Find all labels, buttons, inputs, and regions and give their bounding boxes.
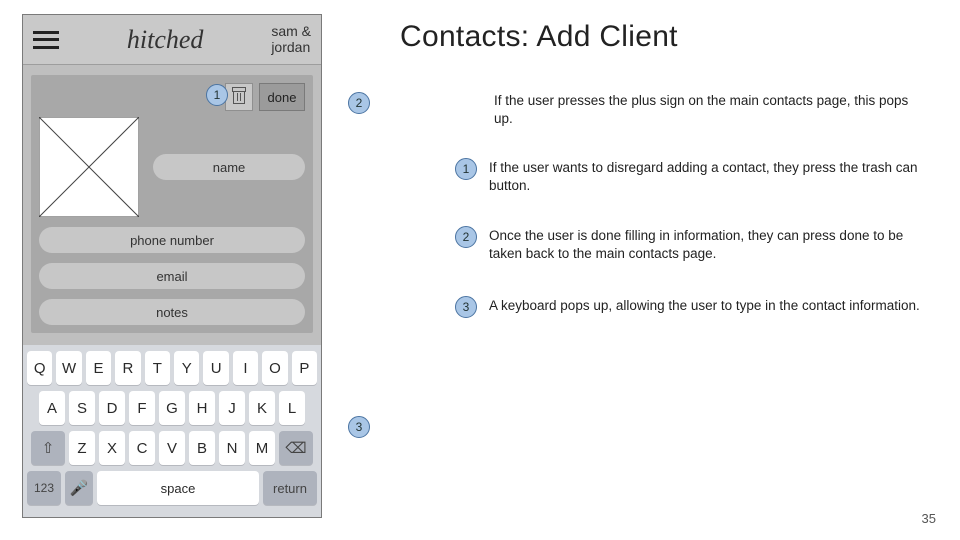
phone-number-field[interactable]: phone number [39, 227, 305, 253]
key-c[interactable]: C [129, 431, 155, 465]
placeholder-x-icon [39, 117, 139, 217]
hamburger-icon[interactable] [33, 31, 59, 49]
key-x[interactable]: X [99, 431, 125, 465]
notes-field[interactable]: notes [39, 299, 305, 325]
callout-bubble-2: 2 [348, 92, 370, 114]
user-line1: sam & [271, 24, 311, 39]
keyboard-row-1: Q W E R T Y U I O P [27, 351, 317, 385]
key-h[interactable]: H [189, 391, 215, 425]
key-j[interactable]: J [219, 391, 245, 425]
key-l[interactable]: L [279, 391, 305, 425]
key-m[interactable]: M [249, 431, 275, 465]
keyboard-row-4: 123 🎤 space return [27, 471, 317, 505]
key-y[interactable]: Y [174, 351, 199, 385]
key-s[interactable]: S [69, 391, 95, 425]
key-g[interactable]: G [159, 391, 185, 425]
keyboard-row-3: ⇧ Z X C V B N M ⌫ [27, 431, 317, 465]
keyboard-row-2: A S D F G H J K L [27, 391, 317, 425]
annotation-3: 3 A keyboard pops up, allowing the user … [455, 296, 925, 318]
key-u[interactable]: U [203, 351, 228, 385]
user-line2: jordan [271, 40, 311, 55]
slide: hitched sam & jordan done [0, 0, 960, 540]
page-number: 35 [922, 511, 936, 526]
phone-body: done name phone number email [23, 65, 321, 347]
onscreen-keyboard[interactable]: Q W E R T Y U I O P A S D F G H J K L [23, 345, 321, 517]
callout-bubble-3: 3 [348, 416, 370, 438]
key-p[interactable]: P [292, 351, 317, 385]
annotation-1-text: If the user wants to disregard adding a … [489, 158, 925, 195]
key-z[interactable]: Z [69, 431, 95, 465]
phone-header: hitched sam & jordan [23, 15, 321, 65]
mic-icon: 🎤 [70, 479, 89, 497]
phone-mockup: hitched sam & jordan done [22, 14, 322, 518]
key-backspace[interactable]: ⌫ [279, 431, 313, 465]
callout-bubble-1-inline: 1 [206, 84, 228, 106]
key-mic[interactable]: 🎤 [65, 471, 93, 505]
add-client-card: done name phone number email [31, 75, 313, 333]
annotation-2: 2 Once the user is done filling in infor… [455, 226, 925, 263]
user-name: sam & jordan [271, 24, 311, 55]
key-r[interactable]: R [115, 351, 140, 385]
trash-icon [233, 90, 245, 104]
email-field[interactable]: email [39, 263, 305, 289]
key-a[interactable]: A [39, 391, 65, 425]
key-t[interactable]: T [145, 351, 170, 385]
key-mode-123[interactable]: 123 [27, 471, 61, 505]
key-shift[interactable]: ⇧ [31, 431, 65, 465]
annotation-1: 1 If the user wants to disregard adding … [455, 158, 925, 195]
page-title: Contacts: Add Client [400, 20, 678, 54]
page-subtitle: If the user presses the plus sign on the… [494, 92, 918, 127]
key-d[interactable]: D [99, 391, 125, 425]
key-o[interactable]: O [262, 351, 287, 385]
key-w[interactable]: W [56, 351, 81, 385]
annotation-2-number: 2 [455, 226, 477, 248]
name-field[interactable]: name [153, 154, 305, 180]
key-q[interactable]: Q [27, 351, 52, 385]
action-row: done [39, 83, 305, 111]
annotation-1-number: 1 [455, 158, 477, 180]
app-name: hitched [59, 25, 271, 55]
key-v[interactable]: V [159, 431, 185, 465]
discard-button[interactable] [225, 83, 253, 111]
key-i[interactable]: I [233, 351, 258, 385]
key-e[interactable]: E [86, 351, 111, 385]
photo-placeholder[interactable] [39, 117, 139, 217]
key-f[interactable]: F [129, 391, 155, 425]
annotation-3-number: 3 [455, 296, 477, 318]
done-button[interactable]: done [259, 83, 305, 111]
key-space[interactable]: space [97, 471, 259, 505]
key-k[interactable]: K [249, 391, 275, 425]
key-n[interactable]: N [219, 431, 245, 465]
photo-row: name [39, 117, 305, 217]
key-return[interactable]: return [263, 471, 317, 505]
key-b[interactable]: B [189, 431, 215, 465]
annotation-3-text: A keyboard pops up, allowing the user to… [489, 296, 920, 318]
annotation-2-text: Once the user is done filling in informa… [489, 226, 925, 263]
